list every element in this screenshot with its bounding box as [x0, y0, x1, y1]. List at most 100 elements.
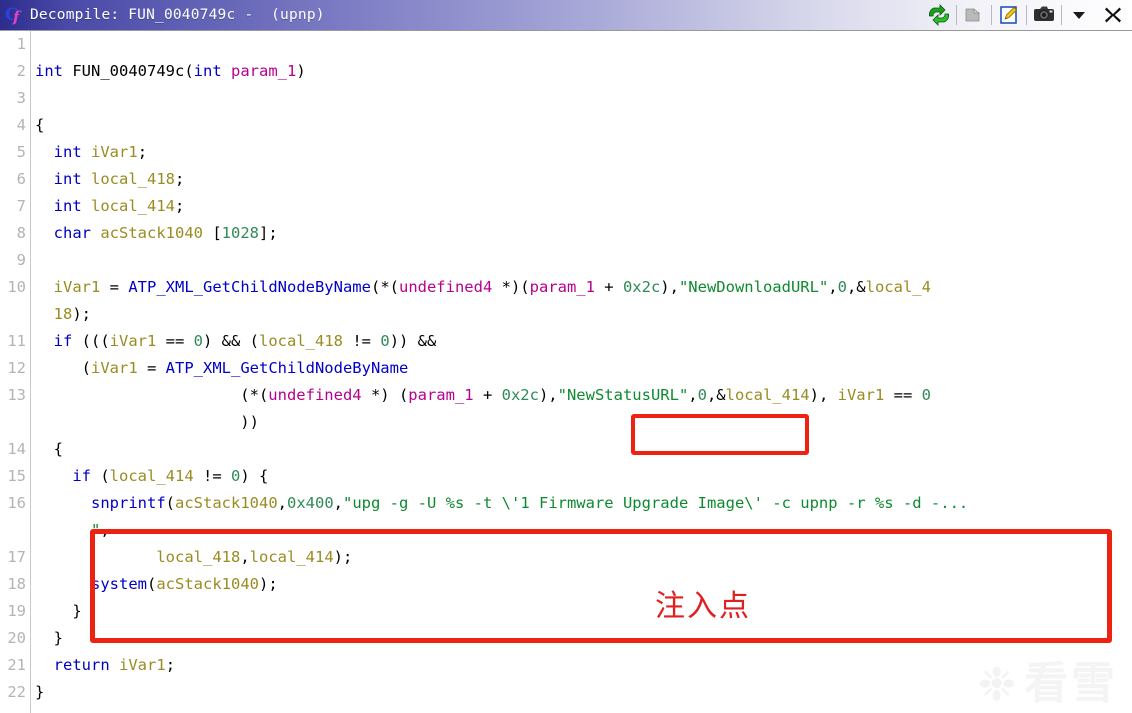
code-row[interactable]: 20 }: [0, 625, 1132, 652]
code-token: !=: [343, 332, 381, 350]
code-text[interactable]: }: [30, 625, 1132, 652]
code-row[interactable]: 8 char acStack1040 [1028];: [0, 220, 1132, 247]
code-token: +: [473, 386, 502, 404]
code-token: iVar1: [91, 143, 138, 161]
code-row[interactable]: 10 iVar1 = ATP_XML_GetChildNodeByName(*(…: [0, 274, 1132, 301]
code-text[interactable]: system(acStack1040);: [30, 571, 1132, 598]
code-token: 18: [53, 305, 73, 323]
code-row[interactable]: 4{: [0, 112, 1132, 139]
code-row[interactable]: 6 int local_418;: [0, 166, 1132, 193]
code-row[interactable]: 1: [0, 31, 1132, 58]
code-row[interactable]: 11 if (((iVar1 == 0) && (local_418 != 0)…: [0, 328, 1132, 355]
code-text[interactable]: int local_418;: [30, 166, 1132, 193]
menu-button[interactable]: [1062, 1, 1096, 29]
code-token: local_4: [865, 278, 931, 296]
code-token: return: [53, 656, 110, 674]
code-text[interactable]: int local_414;: [30, 193, 1132, 220]
code-text[interactable]: iVar1 = ATP_XML_GetChildNodeByName(*(und…: [30, 274, 1132, 301]
code-text[interactable]: int FUN_0040749c(int param_1): [30, 58, 1132, 85]
code-token: ;: [175, 197, 185, 215]
code-text[interactable]: }: [30, 679, 1132, 706]
code-row[interactable]: 2 int FUN_0040749c(int param_1): [0, 58, 1132, 85]
code-token: char: [53, 224, 91, 242]
code-text[interactable]: (iVar1 = ATP_XML_GetChildNodeByName: [30, 355, 1132, 382]
code-text[interactable]: snprintf(acStack1040,0x400,"upg -g -U %s…: [30, 490, 1132, 517]
snapshot-button[interactable]: [1027, 1, 1061, 29]
code-token: ): [296, 62, 306, 80]
code-token: 0: [837, 278, 847, 296]
code-row[interactable]: )): [0, 409, 1132, 436]
code-token: acStack1040: [100, 224, 203, 242]
code-text[interactable]: ",: [30, 517, 1132, 544]
code-token: ,&: [706, 386, 726, 404]
edit-button[interactable]: [992, 1, 1026, 29]
code-token: }: [35, 629, 63, 647]
code-row[interactable]: 5 int iVar1;: [0, 139, 1132, 166]
code-text[interactable]: char acStack1040 [1028];: [30, 220, 1132, 247]
code-token: =: [137, 359, 166, 377]
code-row[interactable]: 19 }: [0, 598, 1132, 625]
code-token: )): [35, 413, 259, 431]
code-text[interactable]: }: [30, 598, 1132, 625]
code-text[interactable]: {: [30, 112, 1132, 139]
code-text[interactable]: 18);: [30, 301, 1132, 328]
code-row[interactable]: 12 (iVar1 = ATP_XML_GetChildNodeByName: [0, 355, 1132, 382]
code-token: acStack1040: [156, 575, 259, 593]
close-icon: [1105, 7, 1121, 23]
code-token: ,: [688, 386, 698, 404]
code-token: ATP_XML_GetChildNodeByName: [165, 359, 409, 377]
code-token: iVar1: [109, 332, 157, 350]
code-token: local_414: [91, 197, 176, 215]
code-text[interactable]: (*(undefined4 *) (param_1 + 0x2c),"NewSt…: [30, 382, 1132, 409]
code-row[interactable]: 18);: [0, 301, 1132, 328]
code-token: 1028: [221, 224, 259, 242]
code-token: 0x2c: [622, 278, 661, 296]
code-token: );: [333, 548, 353, 566]
code-row[interactable]: 14 {: [0, 436, 1132, 463]
code-text[interactable]: {: [30, 436, 1132, 463]
code-token: ,&: [846, 278, 866, 296]
code-row[interactable]: 15 if (local_414 != 0) {: [0, 463, 1132, 490]
code-row[interactable]: 7 int local_414;: [0, 193, 1132, 220]
code-row[interactable]: 13 (*(undefined4 *) (param_1 + 0x2c),"Ne…: [0, 382, 1132, 409]
code-row[interactable]: 21 return iVar1;: [0, 652, 1132, 679]
code-token: param_1: [231, 62, 297, 80]
code-row[interactable]: 3: [0, 85, 1132, 112]
code-token: ];: [259, 224, 278, 242]
code-row[interactable]: 22}: [0, 679, 1132, 706]
code-text[interactable]: local_418,local_414);: [30, 544, 1132, 571]
decompiler-code-panel[interactable]: 1 2 int FUN_0040749c(int param_1) 3 4{5 int …: [0, 31, 1132, 713]
code-row[interactable]: 17 local_418,local_414);: [0, 544, 1132, 571]
code-text[interactable]: return iVar1;: [30, 652, 1132, 679]
line-number: 9: [16, 251, 26, 269]
code-token: system: [91, 575, 147, 593]
line-number: 11: [7, 332, 26, 350]
close-button[interactable]: [1096, 1, 1130, 29]
code-line-list: 1 2 int FUN_0040749c(int param_1) 3 4{5 int …: [0, 31, 1132, 706]
refresh-button[interactable]: [922, 1, 956, 29]
copy-icon: [965, 8, 981, 22]
code-token: ": [91, 521, 101, 539]
code-row[interactable]: 9: [0, 247, 1132, 274]
code-token: [: [203, 224, 222, 242]
code-token: }: [35, 683, 45, 701]
line-number: 7: [16, 197, 26, 215]
code-token: ,: [277, 494, 287, 512]
code-text[interactable]: )): [30, 409, 1132, 436]
code-row[interactable]: 18 system(acStack1040);: [0, 571, 1132, 598]
code-text[interactable]: if (((iVar1 == 0) && (local_418 != 0)) &…: [30, 328, 1132, 355]
code-text[interactable]: int iVar1;: [30, 139, 1132, 166]
line-number: 4: [16, 116, 26, 134]
code-row[interactable]: ",: [0, 517, 1132, 544]
code-text[interactable]: if (local_414 != 0) {: [30, 463, 1132, 490]
code-row[interactable]: 16 snprintf(acStack1040,0x400,"upg -g -U…: [0, 490, 1132, 517]
line-number: 17: [7, 548, 26, 566]
code-token: !=: [193, 467, 231, 485]
code-token: 0: [380, 332, 390, 350]
copy-button[interactable]: [957, 1, 991, 29]
